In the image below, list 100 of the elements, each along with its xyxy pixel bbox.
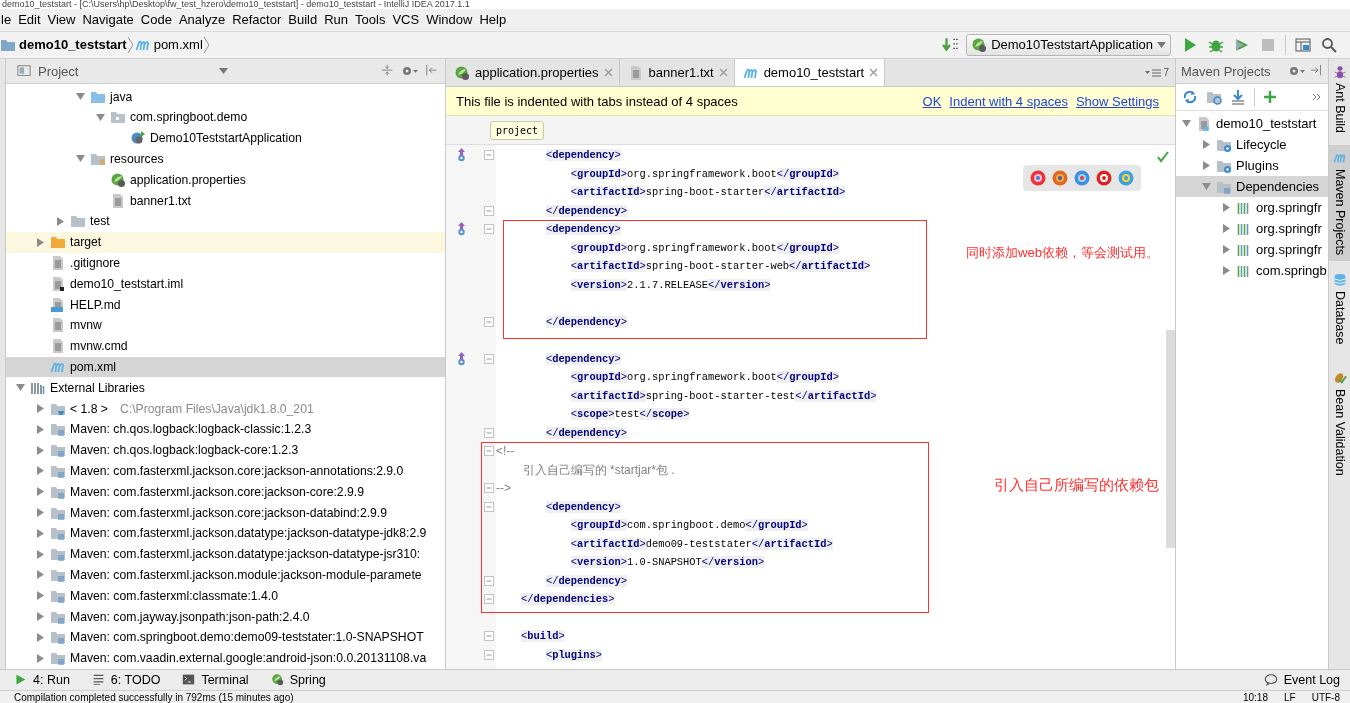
fold-marker-icon[interactable] [484,205,494,216]
tree-item[interactable]: target [6,231,445,253]
refresh-icon[interactable] [1182,89,1198,106]
editor-tab[interactable]: demo10_teststart [734,59,886,87]
override-marker-icon[interactable] [456,351,467,366]
tree-item[interactable]: Lifecycle [1176,134,1328,156]
expand-arrow-icon[interactable] [1221,224,1231,234]
expand-arrow-icon[interactable] [1201,161,1211,171]
view-selector[interactable]: Project [38,63,228,79]
fold-marker-icon[interactable] [484,353,494,364]
fold-marker-icon[interactable] [484,224,494,235]
menu-item[interactable]: Build [288,12,324,28]
add-icon[interactable] [1263,90,1277,105]
browser-icon[interactable] [1074,170,1090,187]
tree-item[interactable]: Maven: com.fasterxml.jackson.module:jackson-module-paramete [6,564,445,586]
collapse-arrow-icon[interactable] [75,92,85,102]
collapse-arrow-icon[interactable] [15,383,25,393]
expand-arrow-icon[interactable] [1221,266,1231,276]
tree-item[interactable]: demo10_teststart.iml [6,273,445,295]
side-tab[interactable]: Maven Projects [1329,145,1350,262]
more-icon[interactable] [1312,92,1322,103]
tree-item[interactable]: com.springb [1176,260,1328,282]
tree-item[interactable]: mvnw [6,314,445,336]
tree-item[interactable]: application.properties [6,169,445,191]
expand-arrow-icon[interactable] [1221,245,1231,255]
expand-arrow-icon[interactable] [35,570,45,580]
tree-item[interactable]: mvnw.cmd [6,335,445,357]
tree-item[interactable]: Maven: ch.qos.logback:logback-classic:1.2.3 [6,418,445,440]
tree-item[interactable]: test [6,211,445,232]
tree-item[interactable]: HELP.md [6,294,445,315]
menu-item[interactable]: Run [324,12,355,28]
tree-item[interactable]: Plugins [1176,155,1328,177]
tool-window-button[interactable]: 4: Run [14,672,70,687]
fold-marker-icon[interactable] [484,649,494,660]
file-encoding[interactable]: UTF-8 [1311,691,1340,703]
tool-window-button[interactable]: Terminal [182,672,249,687]
tool-window-button[interactable]: Event Log [1263,672,1340,687]
tree-item[interactable]: Maven: com.fasterxml.jackson.datatype:jackson-datatype-jdk8:2.9 [6,522,445,544]
expand-arrow-icon[interactable] [35,528,45,538]
tree-item[interactable]: Maven: com.jayway.jsonpath:json-path:2.4.0 [6,606,445,627]
tree-item[interactable]: < 1.8 > C:\Program Files\Java\jdk1.8.0_201 [6,398,445,419]
menu-item[interactable]: Code [140,12,178,28]
collapse-arrow-icon[interactable] [1201,182,1211,192]
fold-marker-icon[interactable] [484,631,494,642]
collapse-arrow-icon[interactable] [75,154,85,164]
tree-item[interactable]: com.springboot.demo [6,107,445,128]
tree-item[interactable]: Maven: com.vaadin.external.google:android-json:0.0.20131108.va [6,647,445,669]
expand-arrow-icon[interactable] [35,445,45,455]
menu-item[interactable]: View [47,12,82,28]
project-structure-icon[interactable] [1295,36,1311,53]
tree-item[interactable]: resources [6,148,445,170]
expand-arrow-icon[interactable] [35,466,45,476]
search-icon[interactable] [1321,36,1337,53]
caret-position[interactable]: 10:18 [1242,691,1268,703]
fold-marker-icon[interactable] [484,150,494,161]
tree-item[interactable]: Maven: ch.qos.logback:logback-core:1.2.3 [6,439,445,461]
fold-marker-icon[interactable] [484,575,494,586]
scrollbar-thumb[interactable] [1166,330,1175,549]
expand-arrow-icon[interactable] [35,508,45,518]
run-icon[interactable] [1182,36,1198,53]
expand-arrow-icon[interactable] [35,549,45,559]
notification-link[interactable]: OK [922,93,942,109]
reimport-folder-icon[interactable] [1206,89,1222,106]
expand-arrow-icon[interactable] [35,424,45,434]
side-tab[interactable]: Ant Build [1329,59,1350,140]
stop-icon[interactable] [1260,36,1276,53]
menu-item[interactable]: Help [479,12,513,28]
menu-item[interactable]: Analyze [178,12,232,28]
build-icon[interactable] [942,35,961,54]
tree-item[interactable]: Dependencies [1176,176,1328,198]
breadcrumb[interactable]: demo10_teststart [0,36,127,53]
menu-item[interactable]: Edit [18,12,47,28]
expand-arrow-icon[interactable] [1221,203,1231,213]
close-icon[interactable] [603,68,613,78]
download-icon[interactable] [1230,89,1246,106]
tree-item[interactable]: Maven: com.fasterxml.jackson.datatype:jackson-datatype-jsr310: [6,543,445,565]
tree-item[interactable]: demo10_teststart [1176,113,1328,135]
side-tab[interactable]: Database [1329,267,1350,351]
tree-item[interactable]: java [6,86,445,107]
expand-arrow-icon[interactable] [35,653,45,663]
menu-item[interactable]: Tools [355,12,392,28]
fold-marker-icon[interactable] [484,427,494,438]
menu-item[interactable]: Navigate [82,12,140,28]
side-tab[interactable]: Bean Validation [1329,364,1350,482]
tree-item[interactable]: Maven: com.fasterxml.jackson.core:jackson-core:2.9.9 [6,481,445,503]
browser-icon[interactable] [1096,170,1112,187]
menu-item[interactable]: Window [426,12,479,28]
tree-item[interactable]: External Libraries [6,377,445,399]
expand-arrow-icon[interactable] [55,216,65,226]
tree-item[interactable]: .gitignore [6,252,445,274]
browser-icon[interactable] [1030,170,1046,187]
coverage-icon[interactable] [1234,36,1250,53]
expand-arrow-icon[interactable] [35,612,45,621]
collapse-arrow-icon[interactable] [95,112,105,122]
fold-marker-icon[interactable] [484,446,494,457]
tree-item[interactable]: org.springfr [1176,197,1328,219]
tool-window-button[interactable]: Spring [270,672,326,687]
tree-item[interactable]: Maven: com.fasterxml.jackson.core:jackson-annotations:2.9.0 [6,460,445,482]
line-separator[interactable]: LF [1284,691,1296,703]
breadcrumb[interactable]: project [490,120,545,140]
